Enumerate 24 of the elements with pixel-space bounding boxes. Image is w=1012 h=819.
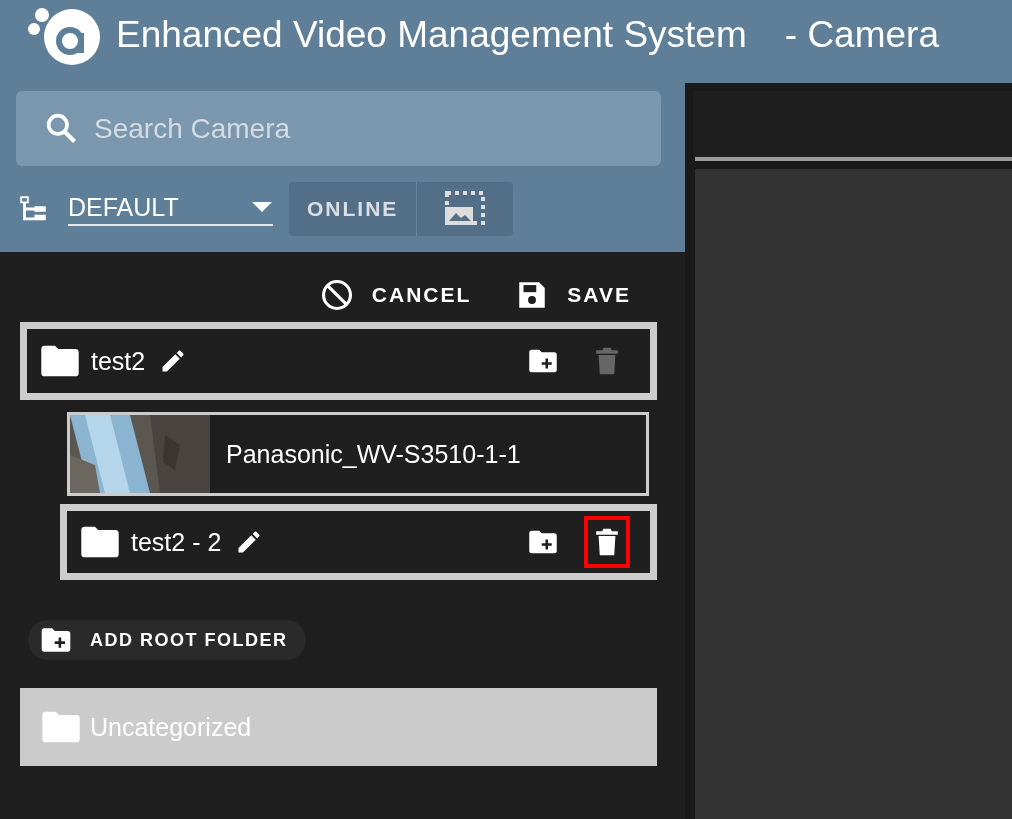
camera-row[interactable]: Panasonic_WV-S3510-1-1 <box>67 412 649 496</box>
folder-icon <box>39 344 81 378</box>
caret-icon <box>251 201 273 213</box>
add-folder-icon <box>40 627 72 653</box>
save-button[interactable]: SAVE <box>515 278 631 312</box>
delete-button[interactable] <box>584 516 630 568</box>
folder-icon <box>40 710 82 744</box>
folder-icon <box>79 525 121 559</box>
trash-icon <box>595 346 619 376</box>
cancel-icon <box>319 278 354 312</box>
page-title: - Camera <box>784 13 939 56</box>
group-dropdown[interactable]: DEFAULT <box>68 192 273 226</box>
app-title: Enhanced Video Management System <box>116 13 747 56</box>
add-root-folder-button[interactable]: ADD ROOT FOLDER <box>28 620 306 660</box>
cancel-button[interactable]: CANCEL <box>319 278 472 312</box>
camera-name: Panasonic_WV-S3510-1-1 <box>226 439 521 469</box>
trash-icon <box>595 527 619 557</box>
folder-row[interactable]: test2 - 2 <box>60 504 657 580</box>
search-field[interactable]: Search Camera <box>16 91 661 166</box>
folder-name: test2 <box>91 346 146 376</box>
folder-row[interactable]: test2 <box>20 322 657 400</box>
add-folder-icon[interactable] <box>528 529 558 555</box>
add-folder-icon[interactable] <box>528 348 558 374</box>
folder-name: test2 - 2 <box>131 527 222 557</box>
